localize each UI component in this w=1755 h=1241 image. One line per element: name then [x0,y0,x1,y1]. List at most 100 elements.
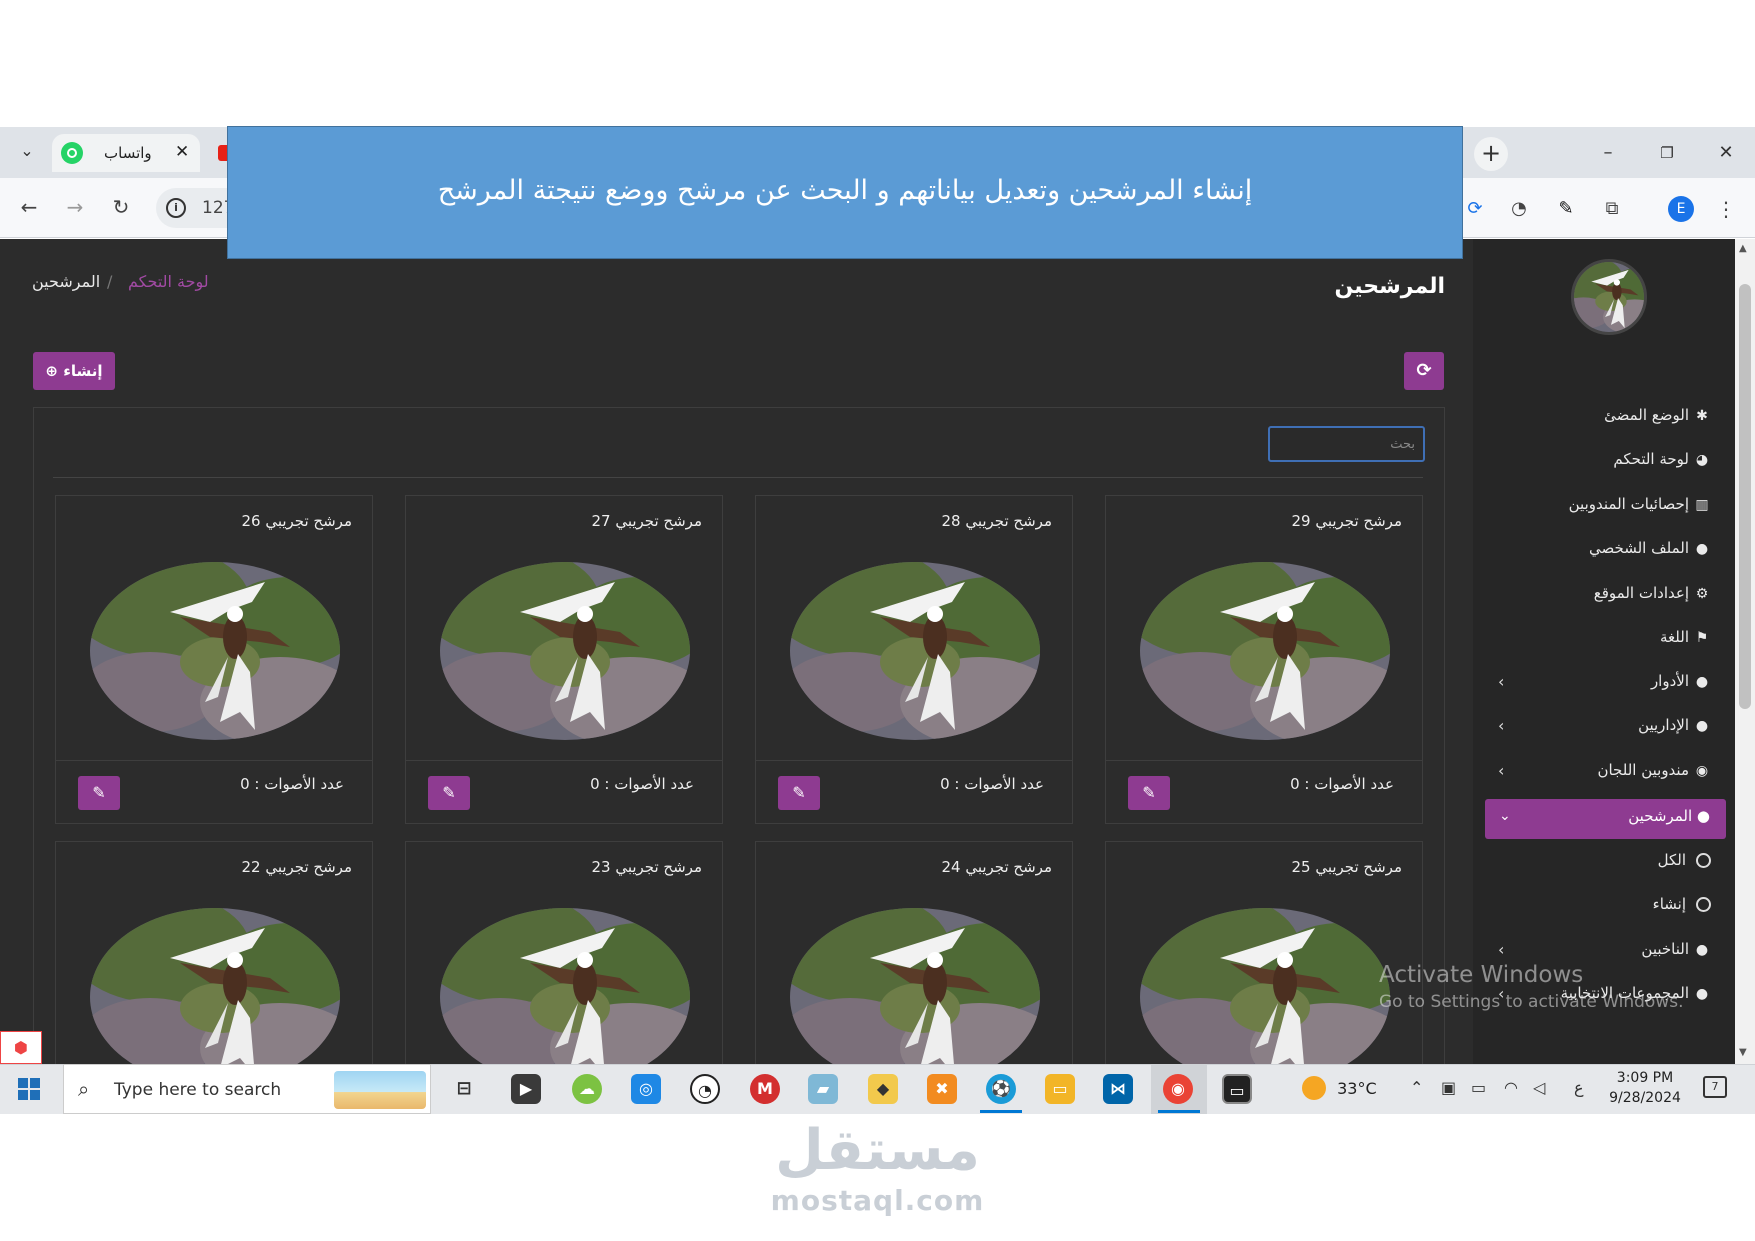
candidate-photo [1140,908,1390,1086]
sidebar-item-profile[interactable]: ● الملف الشخصي [1589,539,1711,563]
candidate-card: مرشح تجريبي 27 عدد الأصوات : 0 ✎ [405,495,723,824]
user-cog-icon: ● [1695,674,1709,690]
xampp-icon[interactable]: ✖ [927,1074,957,1104]
chevron-left-icon[interactable]: ‹ [1498,940,1504,959]
volume-icon[interactable]: ◁ [1533,1078,1545,1097]
weather-temperature: 33°C [1337,1078,1377,1098]
chart-icon: ▥ [1695,497,1709,513]
sidebar-item-light-mode[interactable]: ✱ الوضع المضئ [1604,406,1711,430]
search-icon: ⌕ [78,1077,90,1101]
forward-icon[interactable]: → [62,194,88,220]
chevron-left-icon[interactable]: ‹ [1498,672,1504,691]
terminal-icon[interactable]: ▭ [1222,1074,1252,1104]
tray-overflow-icon[interactable]: ⌃ [1410,1078,1423,1097]
candidate-photo [1140,562,1390,740]
extensions-icon[interactable]: ⧉ [1599,196,1625,222]
sidebar-item-label: إنشاء [1652,895,1686,913]
sidebar-item-dashboard[interactable]: ◕ لوحة التحكم [1613,450,1711,474]
weather-widget[interactable]: 33°C [1302,1076,1377,1100]
browser-menu-icon[interactable]: ⋮ [1713,196,1739,222]
edit-candidate-button[interactable]: ✎ [778,776,820,810]
sidebar-subitem-all[interactable]: الكل [1658,851,1711,875]
taskbar-search-box[interactable]: ⌕ Type here to search [63,1064,431,1114]
candidate-card: مرشح تجريبي 23 [405,841,723,1086]
taskbar-search-placeholder: Type here to search [114,1080,282,1100]
plus-circle-icon: ⊕ [45,362,58,380]
tab-close-icon[interactable]: ✕ [175,142,189,162]
chrome-icon[interactable]: ◉ [1163,1074,1193,1104]
chevron-left-icon[interactable]: ‹ [1498,716,1504,735]
sidebar-item-delegate-stats[interactable]: ▥ إحصائيات المندوبين [1569,495,1711,519]
game-icon[interactable]: M [750,1074,780,1104]
candidate-name: مرشح تجريبي 26 [241,512,352,530]
minimize-button[interactable]: – [1593,140,1623,166]
notifications-icon[interactable]: 7 [1703,1076,1727,1098]
sidebar-item-site-settings[interactable]: ⚙ إعدادات الموقع [1594,584,1711,608]
scroll-down-icon[interactable]: ▼ [1739,1047,1747,1058]
chevron-left-icon[interactable]: ‹ [1498,761,1504,780]
edit-candidate-button[interactable]: ✎ [78,776,120,810]
edit-icon: ✎ [792,783,806,802]
user-icon: ● [1695,541,1709,557]
new-tab-button[interactable]: + [1474,137,1508,171]
wifi-icon[interactable]: ◠ [1504,1078,1518,1097]
profile-avatar[interactable]: E [1668,196,1694,222]
input-language[interactable]: ع [1574,1078,1584,1097]
breadcrumb-dashboard-link[interactable]: لوحة التحكم [128,272,209,291]
cloud-app-icon[interactable]: ☁ [572,1074,602,1104]
edit-icon: ✎ [1142,783,1156,802]
page-scrollbar[interactable]: ▲ ▼ [1735,239,1755,1064]
video-editor-icon[interactable]: ▶ [511,1074,541,1104]
eyedropper-icon[interactable]: ✎ [1553,196,1579,222]
vote-count: عدد الأصوات : 0 [1290,775,1394,793]
translate-icon[interactable]: ⟳ [1462,196,1488,222]
sidebar-item-candidates[interactable]: ● المرشحين ⌄ [1485,799,1726,839]
site-info-icon[interactable]: i [166,198,186,218]
sidebar-item-committee-delegates[interactable]: ◉ مندوبين اللجان [1597,761,1711,785]
tab-title: واتساب [104,144,152,162]
sidebar-item-label: الناخبين [1641,940,1689,958]
app-blue-icon[interactable]: ◎ [631,1074,661,1104]
mouse-extension-icon[interactable]: ◔ [1506,196,1532,222]
search-input[interactable] [1268,426,1425,462]
users-icon: ● [1695,986,1709,1002]
weather-sun-icon [1302,1076,1326,1100]
sidebar-item-admins[interactable]: ● الإداريين [1638,716,1711,740]
restore-button[interactable]: ❐ [1652,140,1682,166]
laravel-debug-icon[interactable]: ⬢ [0,1031,42,1064]
task-view-icon[interactable]: ⊟ [449,1074,479,1104]
taskbar-clock[interactable]: 3:09 PM 9/28/2024 [1600,1068,1690,1108]
candidate-card: مرشح تجريبي 24 [755,841,1073,1086]
candidate-name: مرشح تجريبي 22 [241,858,352,876]
reload-icon[interactable]: ↻ [108,194,134,220]
back-icon[interactable]: ← [16,194,42,220]
sidebar-item-roles[interactable]: ● الأدوار [1651,672,1711,696]
vscode-icon[interactable]: ⋈ [1103,1074,1133,1104]
mostaql-logo-arabic: مستقل [775,1118,980,1183]
meet-now-icon[interactable]: ▣ [1441,1078,1456,1097]
sidebar-subitem-create[interactable]: إنشاء [1653,895,1711,919]
sidebar-item-label: المرشحين [1628,807,1693,825]
ball-app-icon[interactable]: ⚽ [986,1074,1016,1104]
sidebar-item-voters[interactable]: ● الناخبين [1641,940,1711,964]
whatsapp-icon [61,142,83,164]
pie-app-icon[interactable]: ◔ [690,1074,720,1104]
tab-search-chevron-icon[interactable]: ⌄ [16,140,38,162]
edit-candidate-button[interactable]: ✎ [1128,776,1170,810]
duck-app-icon[interactable]: ◆ [868,1074,898,1104]
user-avatar[interactable] [1571,259,1647,335]
edit-candidate-button[interactable]: ✎ [428,776,470,810]
user-tie-icon: ● [1695,718,1709,734]
refresh-button[interactable]: ⟳ [1404,352,1444,390]
file-explorer-icon[interactable]: ▭ [1045,1074,1075,1104]
battery-icon[interactable]: ▭ [1471,1078,1486,1097]
scrollbar-thumb[interactable] [1739,284,1751,709]
sidebar-item-language[interactable]: ⚑ اللغة [1660,628,1711,652]
scroll-up-icon[interactable]: ▲ [1739,243,1747,254]
close-window-button[interactable]: ✕ [1711,140,1741,166]
windows-start-icon[interactable] [18,1078,40,1100]
create-candidate-button[interactable]: إنشاء ⊕ [33,352,115,390]
browser-tab-whatsapp[interactable]: واتساب ✕ [52,134,200,172]
running-indicator [980,1110,1022,1113]
notes-app-icon[interactable]: ▰ [808,1074,838,1104]
